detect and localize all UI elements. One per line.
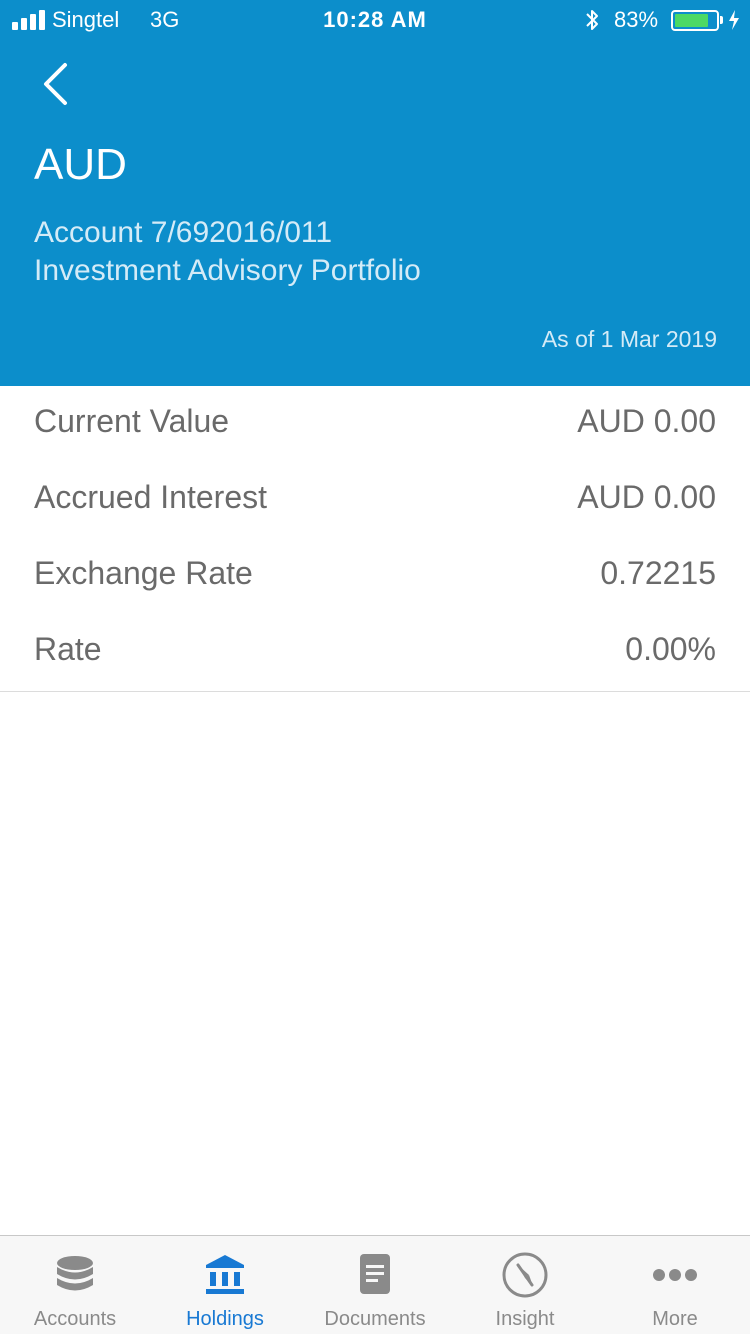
- detail-label: Exchange Rate: [34, 555, 253, 591]
- page-title: AUD: [34, 140, 127, 189]
- detail-value: 0.72215: [600, 555, 716, 591]
- detail-value: 0.00%: [625, 631, 716, 667]
- holding-details: Current Value AUD 0.00 Accrued Interest …: [0, 386, 750, 692]
- page-header: Singtel 3G 10:28 AM 83% AUD Account 7/69…: [0, 0, 750, 386]
- tab-insight[interactable]: Insight: [450, 1236, 600, 1334]
- battery-percent: 83%: [614, 7, 659, 32]
- tab-accounts[interactable]: Accounts: [0, 1236, 150, 1334]
- bank-icon: [206, 1255, 244, 1294]
- detail-row-exchange-rate: Exchange Rate 0.72215: [0, 538, 750, 614]
- detail-row-rate: Rate 0.00%: [0, 614, 750, 690]
- back-chevron-icon[interactable]: [36, 60, 76, 108]
- tab-label: Accounts: [33, 1308, 117, 1330]
- detail-row-current-value: Current Value AUD 0.00: [0, 386, 750, 462]
- document-icon: [360, 1254, 390, 1294]
- tab-label: Holdings: [186, 1308, 264, 1330]
- more-icon: [653, 1269, 697, 1281]
- tab-bar: Accounts Holdings Documents Insight More: [0, 1235, 750, 1334]
- detail-row-accrued-interest: Accrued Interest AUD 0.00: [0, 462, 750, 538]
- detail-label: Accrued Interest: [34, 479, 267, 515]
- tab-label: Documents: [324, 1308, 426, 1330]
- detail-label: Rate: [34, 631, 102, 667]
- detail-label: Current Value: [34, 403, 230, 439]
- battery-level: [675, 14, 708, 27]
- tab-documents[interactable]: Documents: [300, 1236, 450, 1334]
- battery-cap: [720, 16, 723, 24]
- account-number: Account 7/692016/011: [34, 216, 333, 249]
- compass-icon: [502, 1252, 548, 1298]
- charging-icon: [729, 10, 739, 30]
- tab-label: Insight: [495, 1308, 555, 1330]
- account-info: Account 7/692016/011 Investment Advisory…: [34, 214, 421, 290]
- tab-more[interactable]: More: [600, 1236, 750, 1334]
- status-bar: Singtel 3G 10:28 AM 83%: [0, 0, 750, 40]
- database-icon: [57, 1256, 93, 1291]
- as-of-date: As of 1 Mar 2019: [541, 326, 717, 352]
- battery-icon: [671, 10, 719, 31]
- portfolio-name: Investment Advisory Portfolio: [34, 254, 421, 287]
- detail-value: AUD 0.00: [577, 403, 716, 439]
- tab-holdings[interactable]: Holdings: [150, 1236, 300, 1334]
- detail-value: AUD 0.00: [577, 479, 716, 515]
- bluetooth-icon: [586, 10, 598, 30]
- tab-label: More: [652, 1308, 698, 1330]
